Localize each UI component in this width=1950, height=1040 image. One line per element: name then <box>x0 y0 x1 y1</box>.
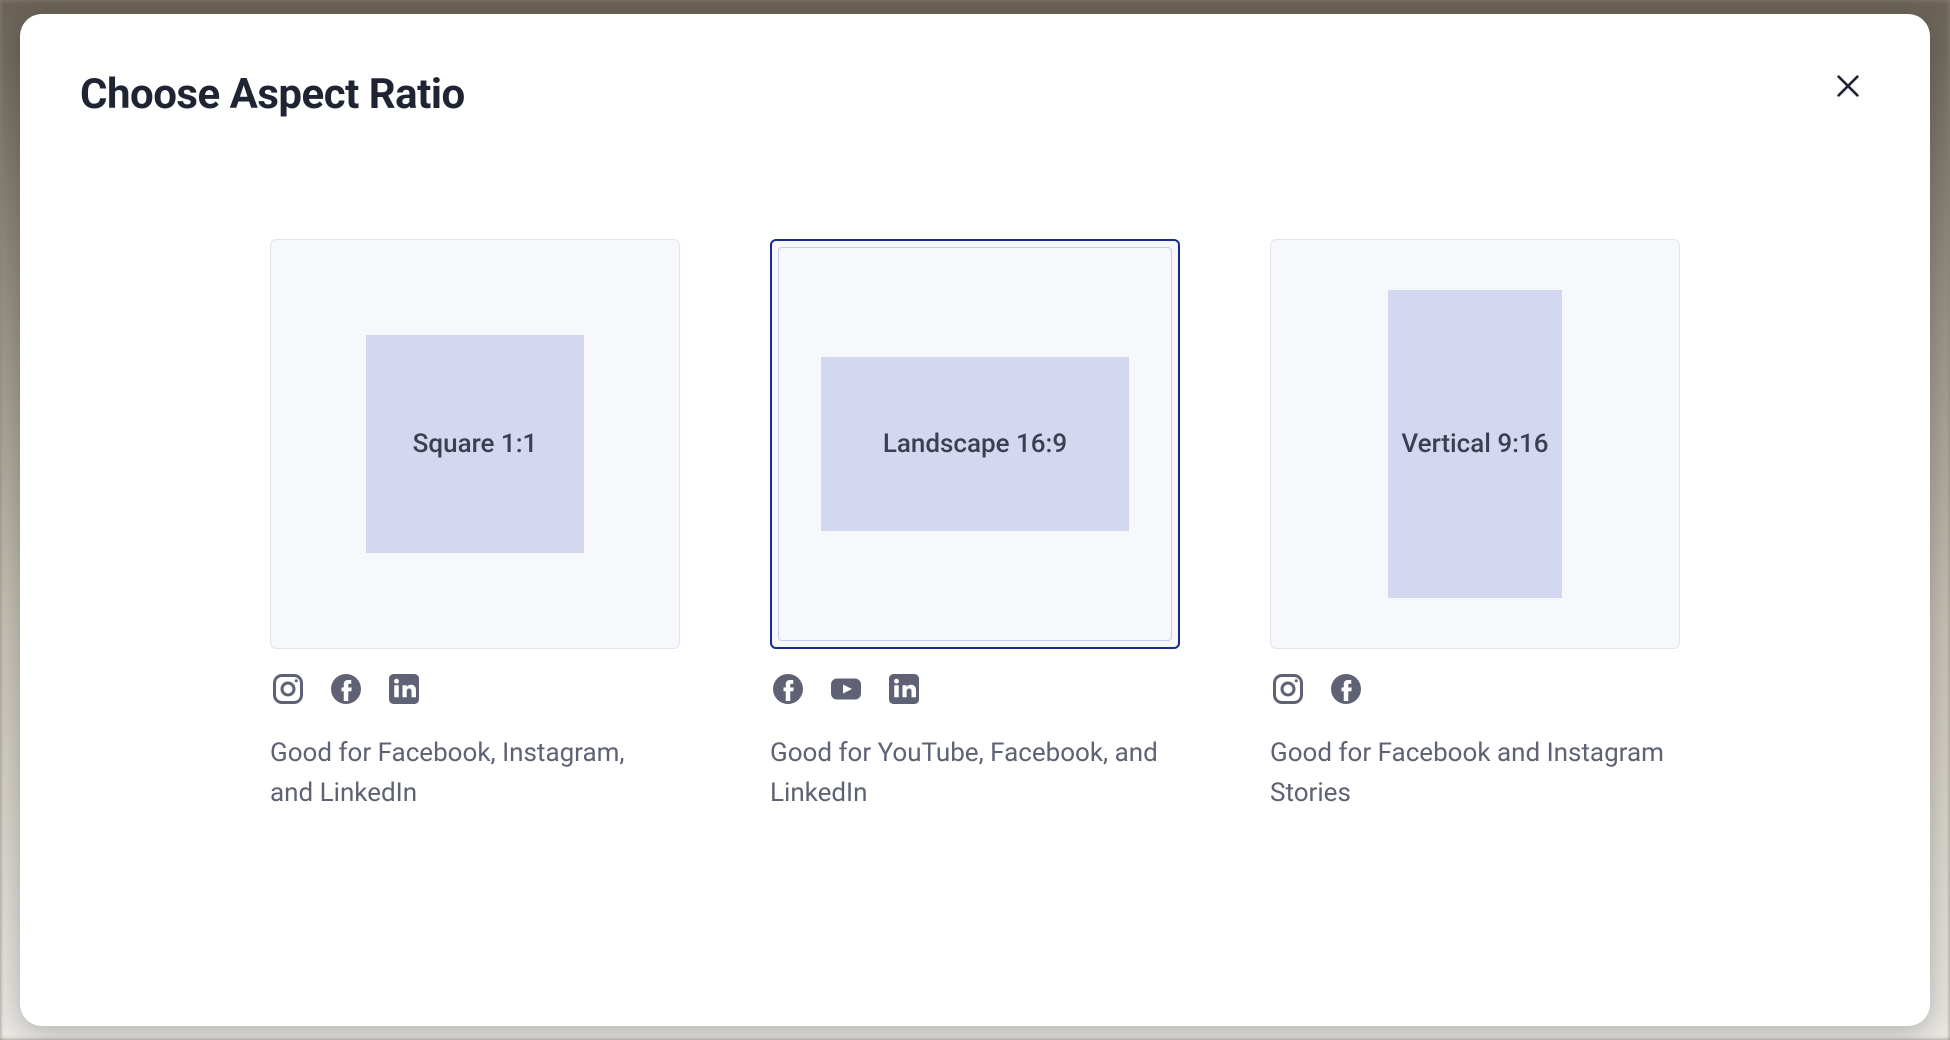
option-landscape: Landscape 16:9 Good fo <box>770 239 1180 814</box>
preview-landscape[interactable]: Landscape 16:9 <box>770 239 1180 649</box>
close-button[interactable] <box>1826 64 1870 108</box>
option-description: Good for Facebook and Instagram Stories <box>1270 733 1670 814</box>
close-icon <box>1832 70 1864 102</box>
youtube-icon <box>828 671 864 707</box>
shape-label: Vertical 9:16 <box>1401 426 1548 462</box>
facebook-icon <box>1328 671 1364 707</box>
icons-row-landscape <box>770 671 1180 707</box>
aspect-ratio-modal: Choose Aspect Ratio Square 1:1 <box>20 14 1930 1026</box>
preview-square[interactable]: Square 1:1 <box>270 239 680 649</box>
icons-row-square <box>270 671 680 707</box>
instagram-icon <box>270 671 306 707</box>
preview-vertical[interactable]: Vertical 9:16 <box>1270 239 1680 649</box>
modal-header: Choose Aspect Ratio <box>80 70 1870 119</box>
shape-label: Landscape 16:9 <box>883 426 1067 462</box>
option-square: Square 1:1 <box>270 239 680 814</box>
option-description: Good for Facebook, Instagram, and Linked… <box>270 733 670 814</box>
linkedin-icon <box>386 671 422 707</box>
shape-vertical: Vertical 9:16 <box>1388 290 1562 598</box>
icons-row-vertical <box>1270 671 1680 707</box>
shape-landscape: Landscape 16:9 <box>821 357 1129 531</box>
option-description: Good for YouTube, Facebook, and LinkedIn <box>770 733 1170 814</box>
option-vertical: Vertical 9:16 Good for Facebook and Inst… <box>1270 239 1680 814</box>
facebook-icon <box>328 671 364 707</box>
modal-title: Choose Aspect Ratio <box>80 70 465 119</box>
facebook-icon <box>770 671 806 707</box>
linkedin-icon <box>886 671 922 707</box>
aspect-ratio-options: Square 1:1 <box>80 239 1870 814</box>
shape-label: Square 1:1 <box>413 426 538 462</box>
instagram-icon <box>1270 671 1306 707</box>
shape-square: Square 1:1 <box>366 335 584 553</box>
